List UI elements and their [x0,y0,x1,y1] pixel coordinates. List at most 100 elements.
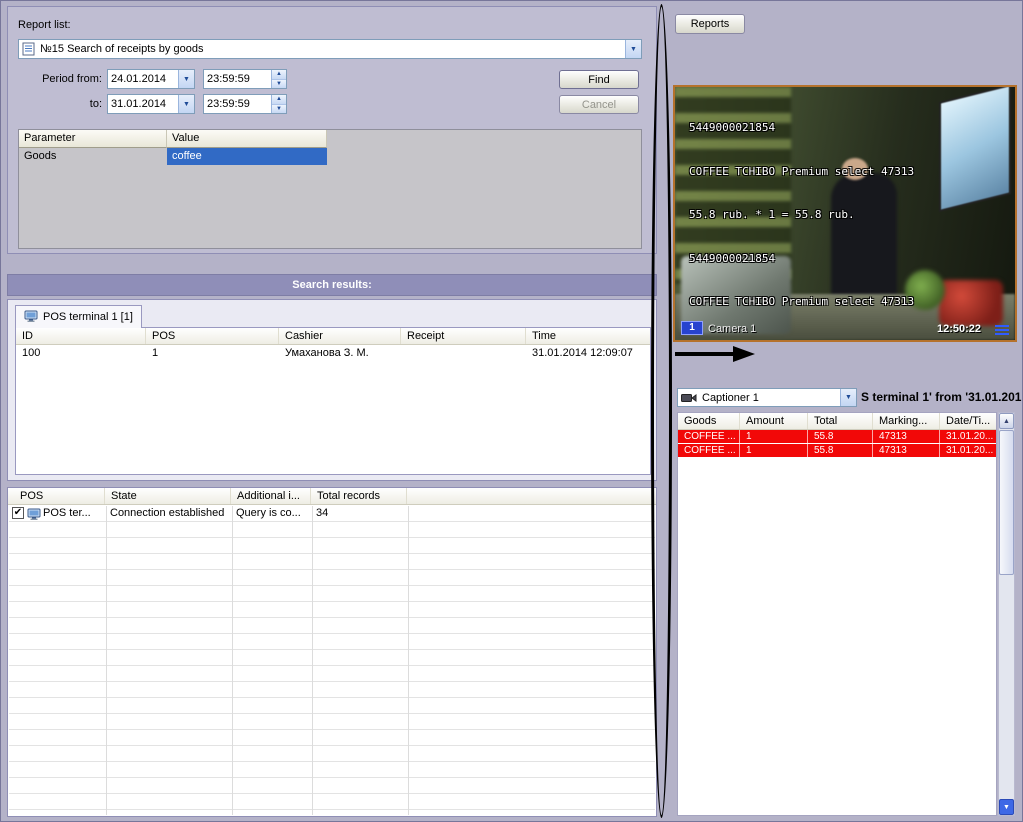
receipt-goods: COFFEE ... [678,430,740,443]
date-from-arrow-icon[interactable]: ▼ [178,70,194,88]
column-header-total-records[interactable]: Total records [311,488,407,504]
period-to-label: to: [32,98,102,110]
receipt-amount: 1 [740,444,808,457]
scroll-up-icon[interactable]: ▲ [999,413,1014,429]
terminal-icon [27,508,41,523]
column-header-value[interactable]: Value [167,130,327,148]
receipt-scrollbar[interactable]: ▲ ▼ [998,412,1015,816]
camera-timestamp: 12:50:22 [937,323,981,335]
annotation-arrow-shaft [675,352,733,356]
column-header-pos[interactable]: POS [146,328,279,344]
reports-button[interactable]: Reports [675,14,745,34]
date-to-value: 31.01.2014 [108,98,178,110]
camera-menu-icon[interactable] [995,325,1009,335]
parameter-name-cell[interactable]: Goods [19,148,167,165]
annotation-arrow [675,346,757,362]
spin-up-icon[interactable]: ▲ [272,95,286,105]
column-header-id[interactable]: ID [16,328,146,344]
report-list-dropdown[interactable]: №15 Search of receipts by goods ▼ [18,39,642,59]
status-table-body: ✔ POS ter... Connection established Quer… [9,506,655,815]
receipt-goods: COFFEE ... [678,444,740,457]
receipt-total: 55.8 [808,444,873,457]
column-header-parameter[interactable]: Parameter [19,130,167,148]
column-header-marking[interactable]: Marking... [873,413,940,429]
report-list-label: Report list: [18,19,71,31]
column-header-datetime[interactable]: Date/Ti... [940,413,996,429]
receipt-datetime: 31.01.20... [940,430,996,443]
video-osd-text: 5449000021854 COFFEE TCHIBO Premium sele… [689,92,914,342]
date-to-dropdown[interactable]: 31.01.2014 ▼ [107,94,195,114]
report-search-panel: Report list: №15 Search of receipts by g… [7,6,657,254]
report-list-value: №15 Search of receipts by goods [37,43,625,55]
time-from-value: 23:59:59 [204,73,271,85]
parameter-row-goods[interactable]: Goods coffee [19,148,641,165]
column-header-filler [407,488,656,504]
time-to-spin-buttons: ▲ ▼ [271,95,286,113]
status-row[interactable]: ✔ POS ter... Connection established Quer… [9,506,655,522]
terminal-icon [24,310,38,325]
date-to-arrow-icon[interactable]: ▼ [178,95,194,113]
osd-line: 5449000021854 [689,121,914,136]
receipt-total: 55.8 [808,430,873,443]
column-header-amount[interactable]: Amount [740,413,808,429]
osd-line: COFFEE TCHIBO Premium select 47313 [689,295,914,310]
time-from-spin-buttons: ▲ ▼ [271,70,286,88]
osd-line: 55.8 rub. * 1 = 55.8 rub. [689,208,914,223]
camera-name-label: Camera 1 [708,323,756,335]
spin-up-icon[interactable]: ▲ [272,70,286,80]
pos-terminal-checkbox[interactable]: ✔ [12,507,24,519]
column-header-additional[interactable]: Additional i... [231,488,311,504]
video-scene-monitor [939,85,1011,212]
column-header-pos[interactable]: POS [8,488,105,504]
result-pos: 1 [146,347,279,359]
captioner-arrow-icon[interactable]: ▼ [840,389,856,406]
report-dropdown-arrow-icon[interactable]: ▼ [625,40,641,58]
receipt-datetime: 31.01.20... [940,444,996,457]
annotation-arrow-head [733,346,755,362]
receipt-marking: 47313 [873,430,940,443]
result-row[interactable]: 100 1 Умаханова З. М. 31.01.2014 12:09:0… [16,345,650,361]
status-total-records: 34 [316,507,404,519]
column-header-goods[interactable]: Goods [678,413,740,429]
tab-pos-terminal-1[interactable]: POS terminal 1 [1] [15,305,142,328]
results-table-header: ID POS Cashier Receipt Time [16,328,650,345]
scroll-down-icon[interactable]: ▼ [999,799,1014,815]
osd-line: 5449000021854 [689,252,914,267]
status-table-header: POS State Additional i... Total records [8,488,656,505]
column-header-cashier[interactable]: Cashier [279,328,401,344]
captioner-title: S terminal 1' from '31.01.201 [861,390,1023,404]
find-button[interactable]: Find [559,70,639,89]
captioner-dropdown[interactable]: Captioner 1 ▼ [677,388,857,407]
camera-number-badge: 1 [681,321,703,335]
cancel-button[interactable]: Cancel [559,95,639,114]
captioner-value: Captioner 1 [699,392,840,404]
osd-line: 55.8 rub. * 1 = 55.8 rub. [689,339,914,343]
date-from-dropdown[interactable]: 24.01.2014 ▼ [107,69,195,89]
receipt-amount: 1 [740,430,808,443]
column-header-state[interactable]: State [105,488,231,504]
search-results-panel: POS terminal 1 [1] ID POS Cashier Receip… [7,299,657,481]
status-additional: Query is co... [236,507,310,519]
parameter-value-cell[interactable]: coffee [167,148,327,165]
grid-line [232,506,233,815]
grid-line [312,506,313,815]
receipt-row[interactable]: COFFEE ... 1 55.8 47313 31.01.20... [678,430,996,444]
date-from-value: 24.01.2014 [108,73,178,85]
period-from-label: Period from: [32,73,102,85]
time-to-spinner[interactable]: 23:59:59 ▲ ▼ [203,94,287,114]
tab-label: POS terminal 1 [1] [43,311,133,323]
status-pos-name: POS ter... [43,507,103,519]
column-header-receipt[interactable]: Receipt [401,328,526,344]
receipt-row[interactable]: COFFEE ... 1 55.8 47313 31.01.20... [678,444,996,458]
spin-down-icon[interactable]: ▼ [272,105,286,114]
video-scene-goods-red [939,280,1003,326]
status-state: Connection established [110,507,230,519]
column-header-total[interactable]: Total [808,413,873,429]
results-table: ID POS Cashier Receipt Time 100 1 Умахан… [15,327,651,475]
camera-icon [678,393,699,403]
spin-down-icon[interactable]: ▼ [272,80,286,89]
time-from-spinner[interactable]: 23:59:59 ▲ ▼ [203,69,287,89]
camera-view[interactable]: 5449000021854 COFFEE TCHIBO Premium sele… [673,85,1017,342]
scroll-thumb[interactable] [999,430,1014,575]
column-header-time[interactable]: Time [526,328,650,344]
